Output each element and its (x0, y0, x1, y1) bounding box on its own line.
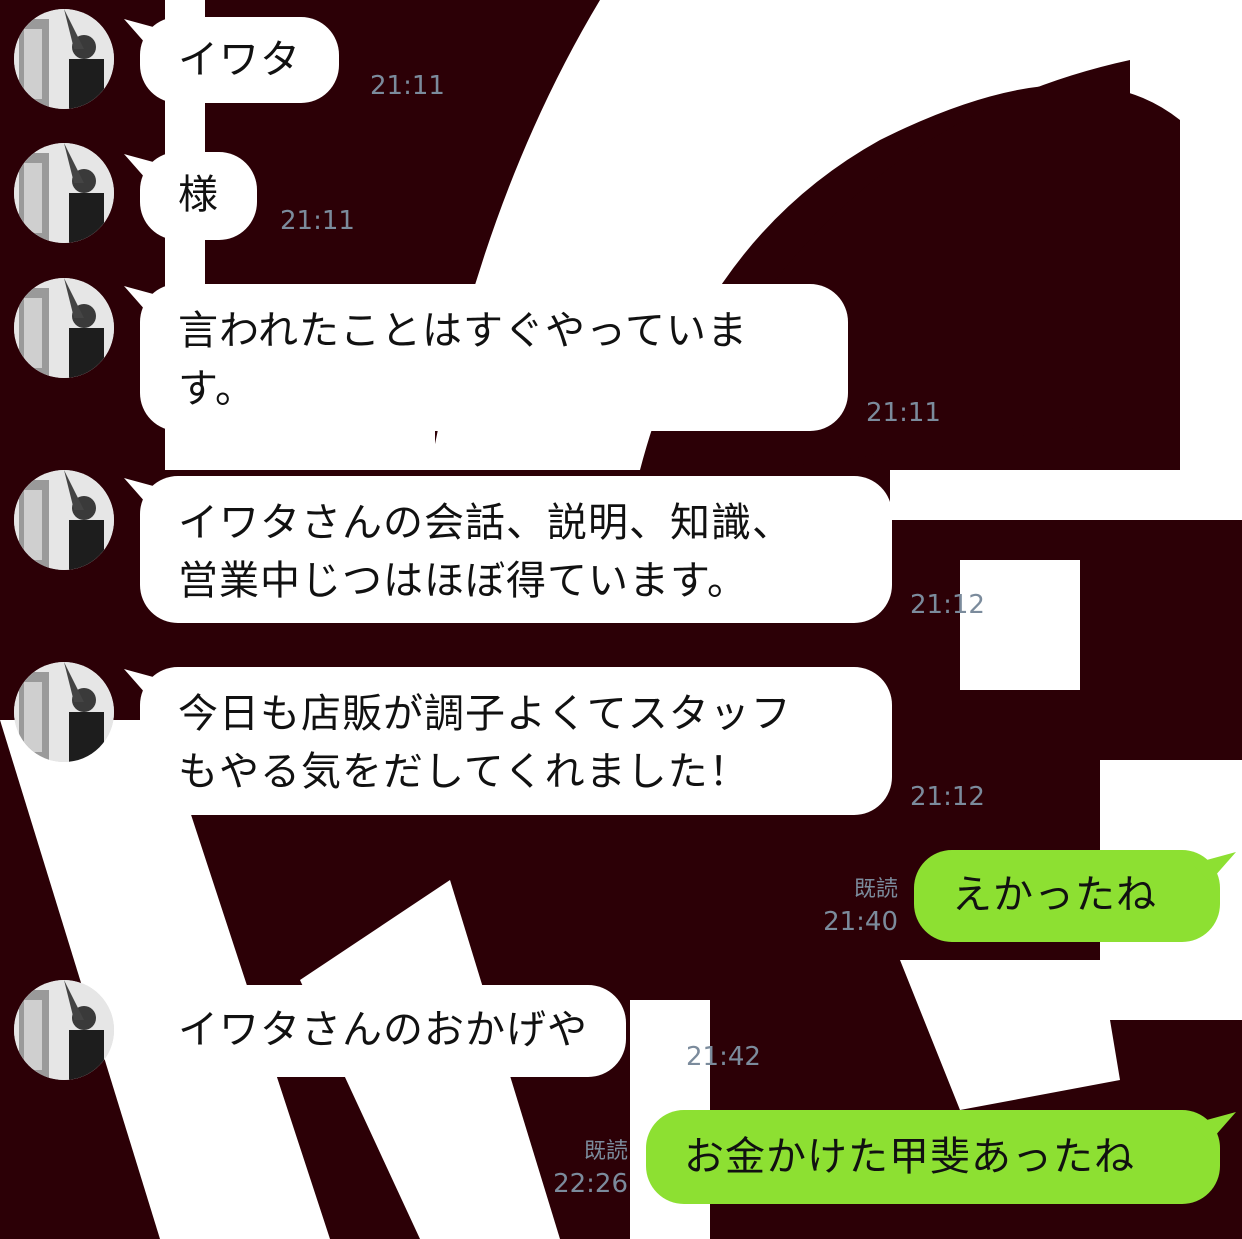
contact-avatar-icon (14, 980, 114, 1080)
message-text: 様 (178, 172, 219, 218)
message-bubble-incoming[interactable]: イワタさんの会話、説明、知識、 営業中じつはほぼ得ています。 (140, 476, 892, 623)
avatar[interactable] (14, 980, 114, 1080)
message-meta: 21:12 (910, 781, 985, 813)
message-meta: 既読 21:40 (778, 874, 898, 938)
avatar[interactable] (14, 143, 114, 243)
message-time: 21:12 (910, 590, 985, 620)
contact-avatar-icon (14, 143, 114, 243)
message-meta: 21:42 (686, 1041, 761, 1073)
message-meta: 21:11 (280, 205, 355, 237)
message-bubble-incoming[interactable]: イワタ (140, 17, 339, 103)
read-receipt: 既読 (853, 877, 898, 902)
message-meta: 21:12 (910, 589, 985, 621)
avatar[interactable] (14, 9, 114, 109)
message-text-line-2: もやる気をだしてくれました！ (178, 749, 750, 795)
message-time: 21:42 (686, 1042, 761, 1072)
contact-avatar-icon (14, 278, 114, 378)
avatar[interactable] (14, 662, 114, 762)
message-text-line-2: 営業中じつはほぼ得ています。 (178, 558, 748, 604)
message-meta: 21:11 (866, 397, 941, 429)
message-text: お金かけた甲斐あったね (684, 1134, 1135, 1180)
message-text-line-1: 言われたことはすぐやっていま (178, 308, 748, 354)
message-time: 21:12 (910, 782, 985, 812)
message-time: 21:40 (823, 907, 898, 937)
message-time: 21:11 (280, 206, 355, 236)
message-text: イワタさんのおかげや (178, 1007, 588, 1053)
message-text-line-2: す。 (178, 366, 256, 412)
message-text-line-1: イワタさんの会話、説明、知識、 (178, 500, 793, 546)
message-text: えかったね (952, 872, 1157, 918)
message-text: イワタ (178, 37, 301, 83)
message-bubble-incoming[interactable]: 言われたことはすぐやっていま す。 (140, 284, 848, 431)
read-receipt: 既読 (583, 1139, 628, 1164)
message-bubble-outgoing[interactable]: えかったね (914, 850, 1220, 942)
contact-avatar-icon (14, 662, 114, 762)
message-text-line-1: 今日も店販が調子よくてスタッフ (178, 691, 792, 737)
contact-avatar-icon (14, 9, 114, 109)
message-meta: 既読 22:26 (508, 1136, 628, 1200)
message-bubble-incoming[interactable]: 今日も店販が調子よくてスタッフ もやる気をだしてくれました！ (140, 667, 892, 815)
message-meta: 21:11 (370, 70, 445, 102)
message-time: 21:11 (866, 398, 941, 428)
message-time: 22:26 (553, 1169, 628, 1199)
message-bubble-outgoing[interactable]: お金かけた甲斐あったね (646, 1110, 1220, 1204)
message-bubble-incoming[interactable]: イワタさんのおかげや (140, 985, 626, 1077)
avatar[interactable] (14, 470, 114, 570)
message-bubble-incoming[interactable]: 様 (140, 152, 257, 240)
contact-avatar-icon (14, 470, 114, 570)
message-time: 21:11 (370, 71, 445, 101)
avatar[interactable] (14, 278, 114, 378)
